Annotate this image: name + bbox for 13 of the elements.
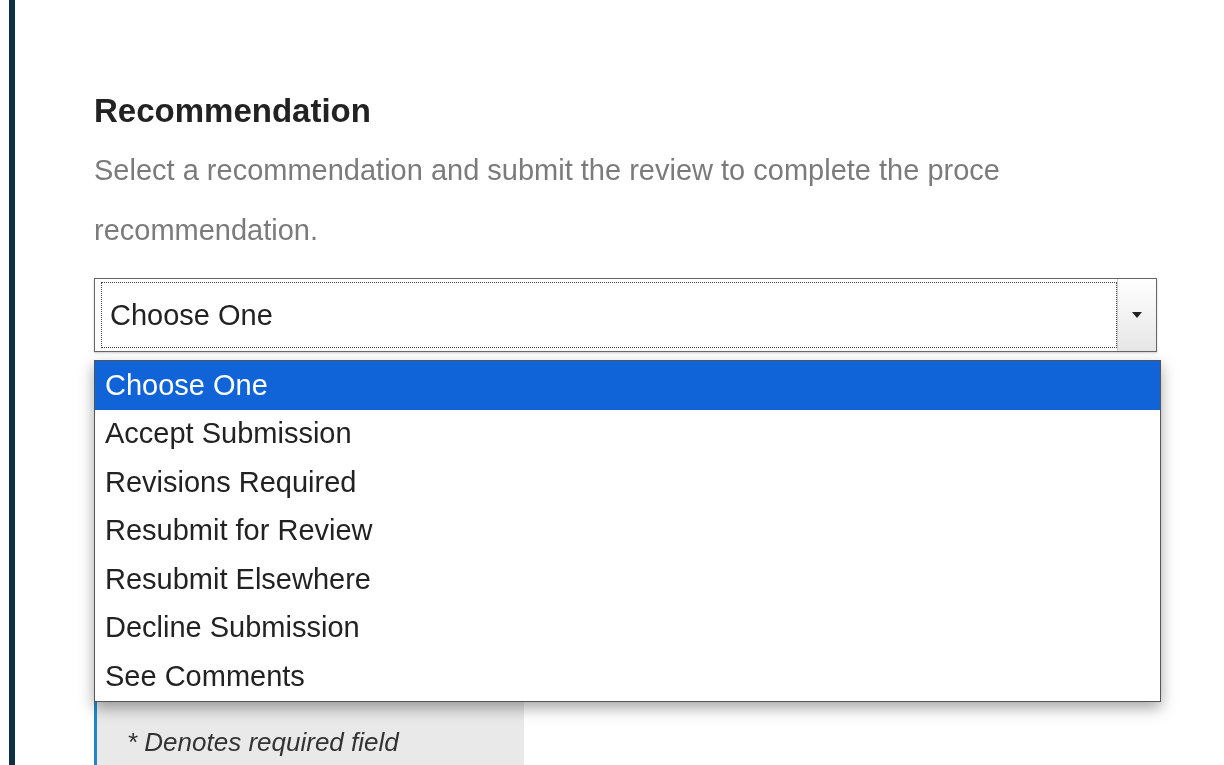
description-text: Select a recommendation and submit the review to complete the proce (94, 153, 1001, 188)
caret-icon (1132, 312, 1142, 318)
section-title: Recommendation (94, 92, 372, 130)
dropdown-option[interactable]: See Comments (95, 652, 1160, 701)
dropdown-option[interactable]: Choose One (95, 361, 1160, 410)
dropdown-option[interactable]: Resubmit Elsewhere (95, 555, 1160, 604)
dropdown-option[interactable]: Resubmit for Review (95, 506, 1160, 555)
recommendation-select[interactable]: Choose One (94, 278, 1157, 352)
dropdown-option[interactable]: Decline Submission (95, 603, 1160, 652)
required-note: * Denotes required field (127, 727, 399, 757)
description-text: recommendation. (94, 213, 320, 248)
dropdown-option[interactable]: Revisions Required (95, 458, 1160, 507)
dropdown-option[interactable]: Accept Submission (95, 409, 1160, 458)
